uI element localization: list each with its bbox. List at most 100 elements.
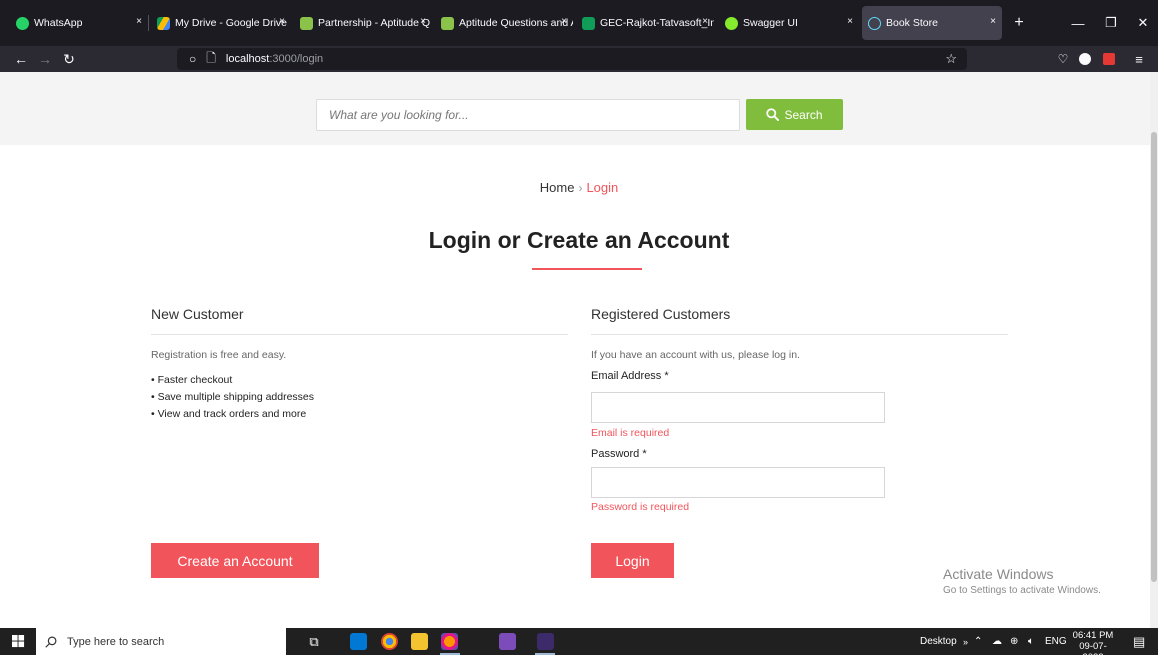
expand-chevron-icon[interactable]: » [963,628,968,655]
speaker-icon[interactable]: 🔈︎ [1028,628,1034,655]
email-error: Email is required [591,427,670,439]
tab-book-store[interactable]: Book Store × [862,6,1002,40]
breadcrumb-home[interactable]: Home [540,180,575,195]
create-account-button[interactable]: Create an Account [151,543,319,578]
title-underline [532,268,642,270]
search-button-label: Search [784,107,823,122]
tab-aptitude-questions[interactable]: Aptitude Questions and A × [425,0,573,46]
address-bar[interactable]: ○ 🗋 localhost:3000/login ☆ [177,48,967,70]
react-icon [868,16,881,30]
close-icon[interactable]: × [847,16,853,27]
email-field[interactable] [591,392,885,423]
browser-tab-strip: WhatsApp × My Drive - Google Drive × Par… [0,0,1158,46]
email-label: Email Address * [591,370,669,382]
cloud-icon[interactable]: ☁ [992,628,1002,655]
windows-logo-icon [11,635,24,648]
tab-label: Partnership - Aptitude Q [318,17,431,29]
page-info-icon: 🗋 [206,50,216,65]
firefox-icon[interactable] [441,633,458,650]
terminal-icon[interactable] [537,633,554,650]
list-item: • Faster checkout [151,374,233,386]
tab-swagger-ui[interactable]: Swagger UI × [709,0,859,46]
list-item-text: View and track orders and more [157,408,307,420]
tab-label: WhatsApp [34,17,83,29]
tab-partnership-aptitude[interactable]: Partnership - Aptitude Q × [284,0,432,46]
restore-icon[interactable]: ❐ [1096,0,1126,46]
taskbar-search-box[interactable]: Type here to search [36,628,286,655]
tab-label: Aptitude Questions and A [459,17,573,29]
new-customer-intro: Registration is free and easy. [151,349,287,361]
breadcrumb-current: Login [586,180,619,195]
search-input[interactable] [316,99,740,131]
bookmark-star-icon[interactable]: ☆ [945,51,957,67]
page-title: Login or Create an Account [428,227,730,253]
tab-label: Swagger UI [743,17,798,29]
windows-start-icon[interactable] [0,628,36,655]
new-customer-heading: New Customer [151,306,244,322]
windows-taskbar: Type here to search ⧉ Desktop » ⌃ ☁ ⊕ 🔈︎… [0,628,1158,655]
back-arrow-icon[interactable]: ← [10,46,32,72]
scrollbar-thumb[interactable] [1151,132,1157,582]
url-path: :3000/login [269,53,324,65]
network-icon[interactable]: ⊕ [1010,628,1018,655]
page-content: Search Home›Login Login or Create an Acc… [0,72,1150,628]
tab-google-drive[interactable]: My Drive - Google Drive × [141,0,291,46]
search-icon [45,636,57,648]
sheets-icon [582,16,595,30]
window-close-icon[interactable]: ✕ [1128,0,1158,46]
desktop-toolbar-label[interactable]: Desktop [920,628,957,655]
tab-label: GEC-Rajkot-Tatvasoft_Int [600,17,714,29]
clock[interactable]: 06:41 PM 09-07-2022 [1070,630,1116,655]
list-item: • View and track orders and more [151,408,307,420]
pocket-icon[interactable]: ♡ [1052,46,1074,72]
vscode-icon[interactable] [350,633,367,650]
show-hidden-icons-icon[interactable]: ⌃ [974,628,982,655]
indiabix-icon [300,16,313,30]
minimize-icon[interactable]: — [1063,0,1093,46]
close-icon[interactable]: × [702,16,708,27]
indiabix-icon [441,16,454,30]
tab-whatsapp[interactable]: WhatsApp × [0,0,148,46]
tab-label: My Drive - Google Drive [175,17,288,29]
registered-intro: If you have an account with us, please l… [591,349,800,361]
browser-nav-bar: ← → ↻ ○ 🗋 localhost:3000/login ☆ ♡ ≡ [0,46,1158,72]
search-button[interactable]: Search [746,99,843,130]
password-error: Password is required [591,501,690,513]
password-field[interactable] [591,467,885,498]
watermark-subtitle: Go to Settings to activate Windows. [943,585,1101,596]
page-scrollbar[interactable] [1150,72,1158,628]
forward-arrow-icon[interactable]: → [34,46,56,72]
search-band: Search [0,72,1150,145]
breadcrumb: Home › Login [0,180,1150,195]
visual-studio-icon[interactable] [499,633,516,650]
language-indicator[interactable]: ENG [1045,628,1067,655]
google-drive-icon [157,16,170,30]
list-item-text: Save multiple shipping addresses [157,391,315,403]
close-icon[interactable]: × [990,16,996,27]
notification-icon[interactable]: ▤ [1133,628,1145,655]
task-view-icon[interactable]: ⧉ [303,628,325,655]
menu-icon[interactable]: ≡ [1128,46,1150,72]
list-item-text: Faster checkout [157,374,233,386]
reload-icon[interactable]: ↻ [58,46,80,72]
taskbar-search-placeholder: Type here to search [67,635,165,648]
list-item: • Save multiple shipping addresses [151,391,315,403]
breadcrumb-separator: › [578,181,583,195]
login-button[interactable]: Login [591,543,674,578]
divider [151,334,568,335]
clock-date: 09-07-2022 [1079,641,1107,655]
watermark-title: Activate Windows [943,566,1054,582]
extension-icon[interactable] [1098,46,1120,72]
divider [591,334,1008,335]
tracking-shield-icon: ○ [189,52,197,66]
password-label: Password * [591,448,647,460]
file-explorer-icon[interactable] [411,633,428,650]
new-tab-button[interactable]: + [1004,0,1034,46]
chrome-icon[interactable] [381,633,398,650]
whatsapp-icon [16,16,29,30]
registered-customers-heading: Registered Customers [591,306,731,322]
tab-gec-rajkot[interactable]: GEC-Rajkot-Tatvasoft_Int × [566,0,714,46]
activate-windows-watermark: Activate Windows Go to Settings to activ… [943,566,1101,596]
tab-label: Book Store [886,17,938,29]
profile-icon[interactable] [1074,46,1096,72]
